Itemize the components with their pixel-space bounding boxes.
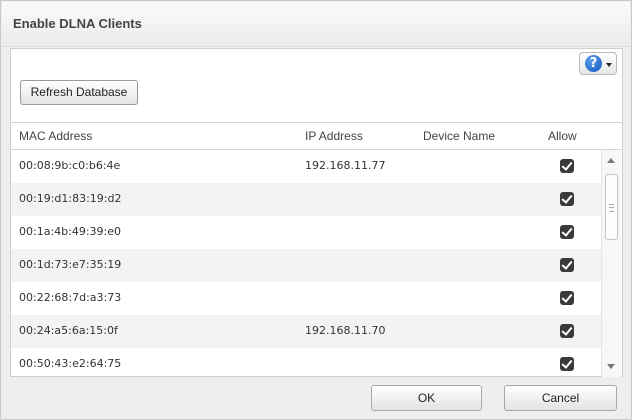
column-header-device-name[interactable]: Device Name <box>423 129 495 143</box>
ip-address-cell: 192.168.11.77 <box>305 159 386 172</box>
dialog-content: ? Refresh Database MAC Address IP Addres… <box>10 48 623 377</box>
scroll-down-arrow-icon[interactable] <box>607 364 615 369</box>
scroll-up-arrow-icon[interactable] <box>607 158 615 163</box>
refresh-database-button[interactable]: Refresh Database <box>20 80 138 105</box>
checkmark-icon <box>561 225 573 237</box>
allow-checkbox[interactable] <box>560 357 574 371</box>
dialog-title: Enable DLNA Clients <box>13 16 142 31</box>
table-row[interactable]: 00:1a:4b:49:39:e0 <box>11 216 601 249</box>
column-header-mac-address[interactable]: MAC Address <box>19 129 92 143</box>
cancel-button[interactable]: Cancel <box>504 385 617 411</box>
chevron-down-icon <box>606 63 612 67</box>
table-row[interactable]: 00:19:d1:83:19:d2 <box>11 183 601 216</box>
checkmark-icon <box>561 258 573 270</box>
table-body: 00:08:9b:c0:b6:4e 192.168.11.77 00:19:d1… <box>11 150 601 377</box>
allow-checkbox[interactable] <box>560 159 574 173</box>
dialog-title-bar: Enable DLNA Clients <box>2 2 630 47</box>
table-row[interactable]: 00:1d:73:e7:35:19 <box>11 249 601 282</box>
table-row[interactable]: 00:08:9b:c0:b6:4e 192.168.11.77 <box>11 150 601 183</box>
table-row[interactable]: 00:22:68:7d:a3:73 <box>11 282 601 315</box>
mac-address-cell: 00:22:68:7d:a3:73 <box>19 291 122 304</box>
mac-address-cell: 00:1a:4b:49:39:e0 <box>19 225 122 238</box>
checkmark-icon <box>561 324 573 336</box>
ok-button[interactable]: OK <box>371 385 482 411</box>
column-header-allow[interactable]: Allow <box>548 129 577 143</box>
allow-checkbox[interactable] <box>560 192 574 206</box>
allow-checkbox[interactable] <box>560 258 574 272</box>
mac-address-cell: 00:50:43:e2:64:75 <box>19 357 122 370</box>
vertical-scrollbar[interactable] <box>601 150 621 377</box>
ip-address-cell: 192.168.11.70 <box>305 324 386 337</box>
help-icon: ? <box>585 55 602 72</box>
allow-checkbox[interactable] <box>560 324 574 338</box>
checkmark-icon <box>561 159 573 171</box>
checkmark-icon <box>561 291 573 303</box>
dlna-clients-table: MAC Address IP Address Device Name Allow… <box>11 122 622 377</box>
grip-icon <box>609 204 614 212</box>
help-button[interactable]: ? <box>579 52 617 75</box>
table-row[interactable]: 00:24:a5:6a:15:0f 192.168.11.70 <box>11 315 601 348</box>
allow-checkbox[interactable] <box>560 291 574 305</box>
mac-address-cell: 00:1d:73:e7:35:19 <box>19 258 122 271</box>
table-header: MAC Address IP Address Device Name Allow <box>11 123 622 150</box>
column-header-ip-address[interactable]: IP Address <box>305 129 363 143</box>
mac-address-cell: 00:19:d1:83:19:d2 <box>19 192 122 205</box>
mac-address-cell: 00:24:a5:6a:15:0f <box>19 324 118 337</box>
checkmark-icon <box>561 357 573 369</box>
allow-checkbox[interactable] <box>560 225 574 239</box>
mac-address-cell: 00:08:9b:c0:b6:4e <box>19 159 121 172</box>
checkmark-icon <box>561 192 573 204</box>
enable-dlna-clients-dialog: Enable DLNA Clients ? Refresh Database M… <box>0 0 632 420</box>
table-row[interactable]: 00:50:43:e2:64:75 <box>11 348 601 377</box>
scrollbar-thumb[interactable] <box>605 174 618 240</box>
